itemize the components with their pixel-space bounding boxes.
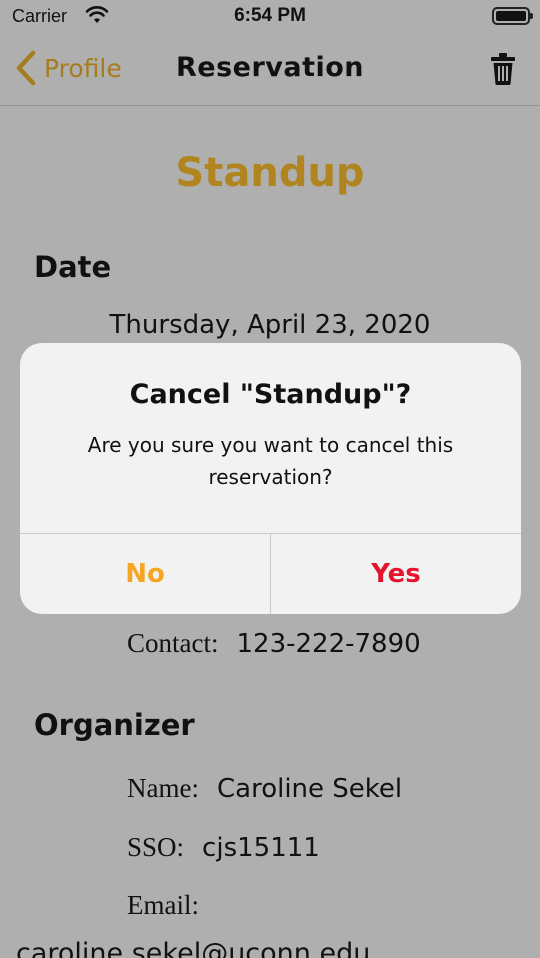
yes-button[interactable]: Yes	[271, 534, 521, 614]
cancel-alert-dialog: Cancel "Standup"? Are you sure you want …	[20, 343, 521, 614]
date-value: Thursday, April 23, 2020	[109, 310, 431, 340]
sso-value: cjs15111	[202, 833, 320, 863]
clock: 6:54 PM	[234, 5, 306, 26]
contact-label: Contact:	[127, 628, 219, 658]
name-value: Caroline Sekel	[216, 774, 403, 804]
email-value: caroline.sekel@uconn.edu	[16, 938, 371, 958]
alert-message: Are you sure you want to cancel this res…	[87, 433, 454, 489]
battery-icon	[492, 7, 533, 25]
alert-title: Cancel "Standup"?	[129, 379, 412, 410]
reservation-name: Standup	[175, 150, 365, 196]
organizer-sso-row: SSO: cjs15111	[127, 832, 320, 863]
contact-row: Contact: 123-222-7890	[127, 628, 421, 659]
status-bar: Carrier 6:54 PM	[0, 0, 540, 34]
organizer-heading: Organizer	[34, 708, 195, 742]
trash-icon[interactable]	[490, 52, 516, 86]
email-label: Email:	[127, 890, 199, 920]
page-title: Reservation	[175, 52, 365, 83]
navigation-bar: Profile Reservation	[0, 34, 540, 106]
sso-label: SSO:	[127, 832, 185, 862]
date-heading: Date	[34, 250, 112, 284]
contact-value: 123-222-7890	[236, 629, 421, 659]
name-label: Name:	[127, 773, 199, 803]
no-button[interactable]: No	[20, 534, 270, 614]
organizer-email-row: Email:	[127, 890, 199, 921]
organizer-name-row: Name: Caroline Sekel	[127, 773, 402, 804]
